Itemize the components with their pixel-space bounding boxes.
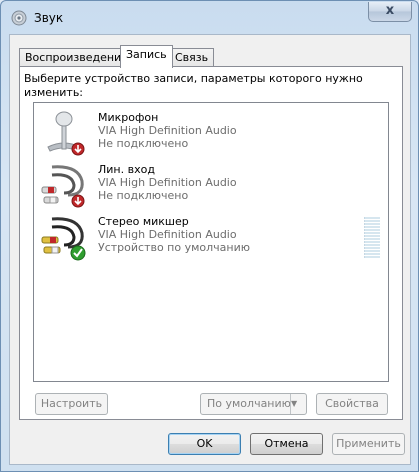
ok-button[interactable]: OK — [168, 433, 241, 455]
button-label: Применить — [336, 437, 401, 450]
tab-recording[interactable]: Запись — [120, 45, 173, 68]
list-item-line-in[interactable]: Лин. вход VIA High Definition Audio Не п… — [34, 159, 388, 211]
window-title: Звук — [34, 11, 64, 25]
button-label: Отмена — [264, 437, 309, 450]
rca-cable-icon — [41, 217, 86, 261]
level-meter-segment — [364, 235, 380, 237]
chevron-down-icon[interactable]: ▼ — [290, 394, 306, 414]
device-name: Микрофон — [98, 111, 159, 124]
device-driver: VIA High Definition Audio — [98, 228, 237, 241]
level-meter-segment — [364, 250, 380, 252]
level-meter-segment — [364, 226, 380, 228]
apply-button[interactable]: Применить — [332, 433, 405, 455]
instructions-text: Выберите устройство записи, параметры ко… — [24, 72, 363, 99]
level-meter-segment — [364, 229, 380, 231]
close-icon: x — [385, 3, 395, 18]
properties-button[interactable]: Свойства — [316, 393, 388, 415]
level-meter-segment — [364, 217, 380, 219]
level-meter-segment — [364, 223, 380, 225]
tab-label: Связь — [175, 51, 209, 64]
sound-dialog-window: Звук x Воспроизведение Запись Связь Выбе… — [0, 0, 419, 472]
level-meter-segment — [364, 241, 380, 243]
level-meter-segment — [364, 220, 380, 222]
tab-communications[interactable]: Связь — [169, 48, 215, 68]
close-button[interactable]: x — [368, 2, 412, 22]
device-list[interactable]: Микрофон VIA High Definition Audio Не по… — [33, 102, 389, 382]
rca-cable-icon — [41, 165, 85, 208]
microphone-icon — [47, 111, 85, 156]
configure-button[interactable]: Настроить — [35, 393, 108, 415]
list-item-stereo-mix[interactable]: Стерео микшер VIA High Definition Audio … — [34, 211, 388, 263]
dialog-client-area: Воспроизведение Запись Связь Выберите ус… — [9, 34, 411, 465]
button-label: Настроить — [40, 397, 103, 410]
title-bar[interactable]: Звук x — [1, 1, 418, 35]
level-meter-segment — [364, 232, 380, 234]
level-meter-segment — [364, 247, 380, 249]
level-meter-segment — [364, 244, 380, 246]
button-label: Свойства — [325, 397, 379, 410]
level-meter-segment — [364, 253, 380, 255]
button-label: OK — [196, 437, 213, 450]
level-meter-segment — [364, 256, 380, 258]
device-name: Лин. вход — [98, 163, 155, 176]
level-meter-segment — [364, 238, 380, 240]
device-status: Устройство по умолчанию — [98, 241, 251, 254]
device-driver: VIA High Definition Audio — [98, 176, 237, 189]
list-item-microphone[interactable]: Микрофон VIA High Definition Audio Не по… — [34, 107, 388, 159]
device-driver: VIA High Definition Audio — [98, 124, 237, 137]
speaker-icon — [11, 10, 27, 26]
tab-label: Воспроизведение — [25, 51, 128, 64]
device-status: Не подключено — [98, 137, 189, 150]
device-status: Не подключено — [98, 189, 189, 202]
set-default-button[interactable]: По умолчанию ▼ — [200, 393, 307, 415]
tab-label: Запись — [126, 48, 167, 61]
button-label: По умолчанию — [207, 397, 291, 410]
tab-playback[interactable]: Воспроизведение — [19, 48, 134, 68]
cancel-button[interactable]: Отмена — [250, 433, 323, 455]
device-name: Стерео микшер — [98, 215, 189, 228]
level-meter — [364, 217, 380, 259]
